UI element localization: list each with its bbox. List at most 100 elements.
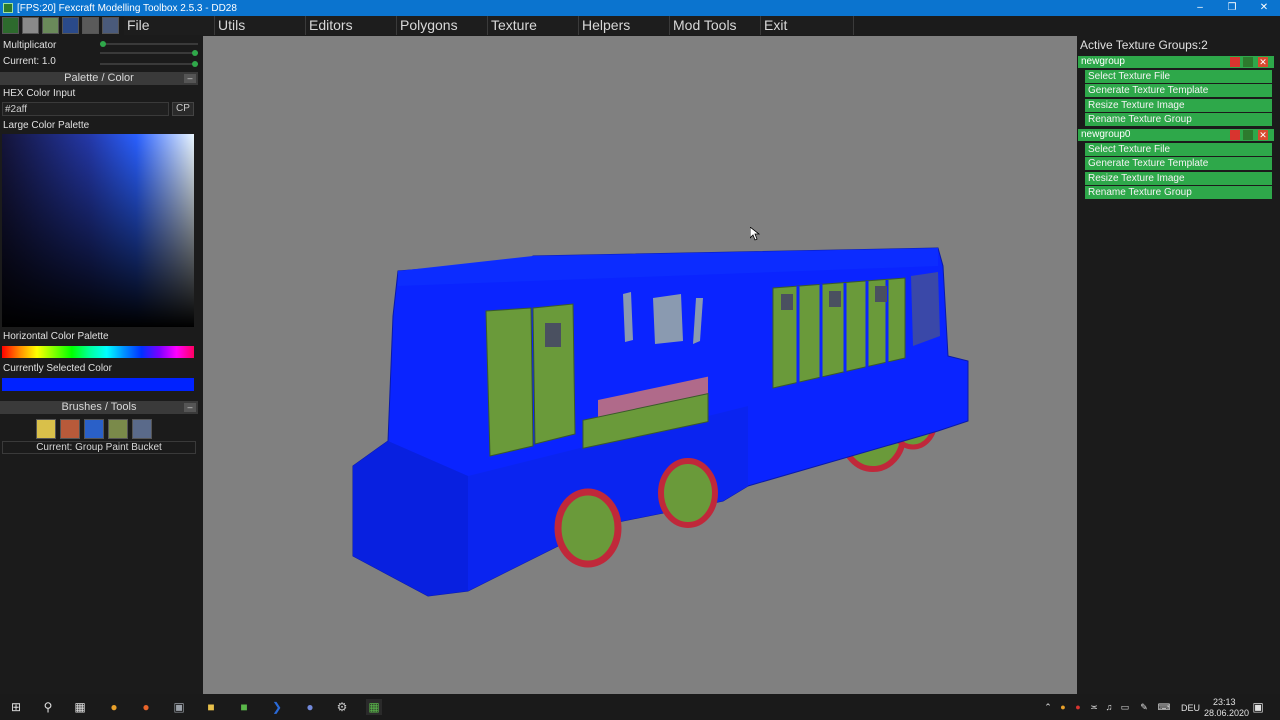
- collapse-icon[interactable]: –: [184, 403, 196, 412]
- hex-color-input[interactable]: [2, 102, 169, 116]
- current-value-label: Current: 1.0: [3, 56, 56, 67]
- rename-texture-group-button[interactable]: Rename Texture Group: [1085, 113, 1272, 126]
- model-viewport[interactable]: [203, 36, 1077, 694]
- keyboard-icon[interactable]: ⌨: [1156, 699, 1172, 715]
- profile-icon[interactable]: [82, 17, 99, 34]
- large-palette-label: Large Color Palette: [3, 120, 90, 131]
- color-picker-button[interactable]: CP: [172, 102, 194, 116]
- texture-group-name: newgroup: [1081, 56, 1125, 67]
- menu-polygons[interactable]: Polygons: [397, 16, 488, 35]
- close-group-icon[interactable]: ✕: [1258, 130, 1268, 140]
- horizontal-color-palette[interactable]: [2, 346, 194, 358]
- title-bar: [FPS:20] Fexcraft Modelling Toolbox 2.5.…: [0, 0, 1280, 16]
- open-file-icon[interactable]: [42, 17, 59, 34]
- menu-exit[interactable]: Exit: [761, 16, 854, 35]
- firefox-icon[interactable]: ●: [138, 699, 154, 715]
- multiplicator-slider[interactable]: [100, 43, 198, 45]
- menu-bar: File Utils Editors Polygons Texture Help…: [0, 16, 1280, 35]
- eyedropper-icon[interactable]: [132, 419, 152, 439]
- current-tool-label: Current: Group Paint Bucket: [2, 441, 196, 454]
- selected-color-swatch: [2, 378, 194, 391]
- palette-section-header[interactable]: Palette / Color –: [0, 72, 198, 85]
- delete-group-icon[interactable]: [1230, 130, 1240, 140]
- current-slider[interactable]: [100, 63, 198, 65]
- resize-texture-image-button[interactable]: Resize Texture Image: [1085, 172, 1272, 185]
- taskbar: ⊞ ⚲ ▦ ● ● ▣ ■ ■ ❯ ● ⚙ ▦ ⌃ ● ● ≍ ♫ ▭ ✎ ⌨ …: [0, 694, 1280, 720]
- menu-mod-tools[interactable]: Mod Tools: [670, 16, 761, 35]
- current-slider-knob[interactable]: [192, 61, 198, 67]
- selected-color-label: Currently Selected Color: [3, 363, 112, 374]
- tray-chrome-icon[interactable]: ●: [1055, 699, 1071, 715]
- cube-icon[interactable]: [84, 419, 104, 439]
- group-bucket-icon[interactable]: [108, 419, 128, 439]
- multiplicator-slider-2-knob[interactable]: [192, 50, 198, 56]
- visibility-toggle-icon[interactable]: [1243, 130, 1253, 140]
- notifications-icon[interactable]: ▣: [1250, 699, 1266, 715]
- delete-group-icon[interactable]: [1230, 57, 1240, 67]
- file-explorer-icon[interactable]: ■: [203, 699, 219, 715]
- multiplicator-label: Multiplicator: [3, 40, 57, 51]
- menu-utils[interactable]: Utils: [215, 16, 306, 35]
- volume-icon[interactable]: ♫: [1101, 699, 1117, 715]
- tray-app-icon[interactable]: ●: [1070, 699, 1086, 715]
- brushes-section-header[interactable]: Brushes / Tools –: [0, 401, 198, 414]
- texture-group-header[interactable]: newgroup0 ✕: [1078, 129, 1274, 141]
- texture-group-header[interactable]: newgroup ✕: [1078, 56, 1274, 68]
- menu-texture[interactable]: Texture: [488, 16, 579, 35]
- multiplicator-slider-2[interactable]: [100, 52, 198, 54]
- select-texture-file-button[interactable]: Select Texture File: [1085, 143, 1272, 156]
- visibility-toggle-icon[interactable]: [1243, 57, 1253, 67]
- minimize-icon[interactable]: –: [1184, 0, 1216, 16]
- texture-groups-title: Active Texture Groups:2: [1080, 38, 1208, 52]
- grid-icon[interactable]: [2, 17, 19, 34]
- save-icon[interactable]: [62, 17, 79, 34]
- pen-icon[interactable]: ✎: [1136, 699, 1152, 715]
- discord-icon[interactable]: ●: [302, 699, 318, 715]
- generate-texture-template-button[interactable]: Generate Texture Template: [1085, 157, 1272, 170]
- collapse-icon[interactable]: –: [184, 74, 196, 83]
- locomotive-model: [352, 247, 969, 597]
- tray-expand-icon[interactable]: ⌃: [1040, 699, 1056, 715]
- new-file-icon[interactable]: [22, 17, 39, 34]
- menu-file[interactable]: File: [124, 16, 215, 35]
- large-color-palette[interactable]: [2, 134, 194, 327]
- app-icon[interactable]: ▣: [171, 699, 187, 715]
- task-view-icon[interactable]: ▦: [72, 699, 88, 715]
- search-icon[interactable]: ⚲: [40, 699, 56, 715]
- paint-roller-icon[interactable]: [60, 419, 80, 439]
- menu-helpers[interactable]: Helpers: [579, 16, 670, 35]
- horizontal-palette-label: Horizontal Color Palette: [3, 331, 109, 342]
- select-texture-file-button[interactable]: Select Texture File: [1085, 70, 1272, 83]
- restore-icon[interactable]: ❐: [1216, 0, 1248, 16]
- start-icon[interactable]: ⊞: [8, 699, 24, 715]
- modelling-toolbox-icon[interactable]: ▦: [366, 699, 382, 715]
- mouse-cursor-icon: [750, 227, 760, 241]
- rename-texture-group-button[interactable]: Rename Texture Group: [1085, 186, 1272, 199]
- hex-input-label: HEX Color Input: [3, 88, 76, 99]
- window-title: [FPS:20] Fexcraft Modelling Toolbox 2.5.…: [17, 2, 237, 14]
- brushes-section-title: Brushes / Tools: [61, 401, 137, 413]
- battery-icon[interactable]: ▭: [1117, 699, 1133, 715]
- texture-group-name: newgroup0: [1081, 129, 1131, 140]
- powershell-icon[interactable]: ❯: [269, 699, 285, 715]
- resize-texture-image-button[interactable]: Resize Texture Image: [1085, 99, 1272, 112]
- window-controls: – ❐ ✕: [1184, 0, 1280, 16]
- language-indicator[interactable]: DEU: [1181, 703, 1200, 713]
- settings-icon[interactable]: [102, 17, 119, 34]
- pencil-icon[interactable]: [36, 419, 56, 439]
- texture-groups-panel: Active Texture Groups:2 newgroup ✕ Selec…: [1078, 36, 1280, 694]
- network-icon[interactable]: ≍: [1086, 699, 1102, 715]
- menu-editors[interactable]: Editors: [306, 16, 397, 35]
- notepad-icon[interactable]: ■: [236, 699, 252, 715]
- app-icon: [3, 3, 13, 13]
- multiplicator-slider-knob[interactable]: [100, 41, 106, 47]
- clock-date[interactable]: 28.06.2020: [1204, 708, 1249, 718]
- close-icon[interactable]: ✕: [1248, 0, 1280, 16]
- close-group-icon[interactable]: ✕: [1258, 57, 1268, 67]
- settings-icon[interactable]: ⚙: [334, 699, 350, 715]
- brush-toolbar: [36, 419, 152, 439]
- generate-texture-template-button[interactable]: Generate Texture Template: [1085, 84, 1272, 97]
- chrome-icon[interactable]: ●: [106, 699, 122, 715]
- palette-section-title: Palette / Color: [64, 72, 134, 84]
- clock-time[interactable]: 23:13: [1213, 697, 1236, 707]
